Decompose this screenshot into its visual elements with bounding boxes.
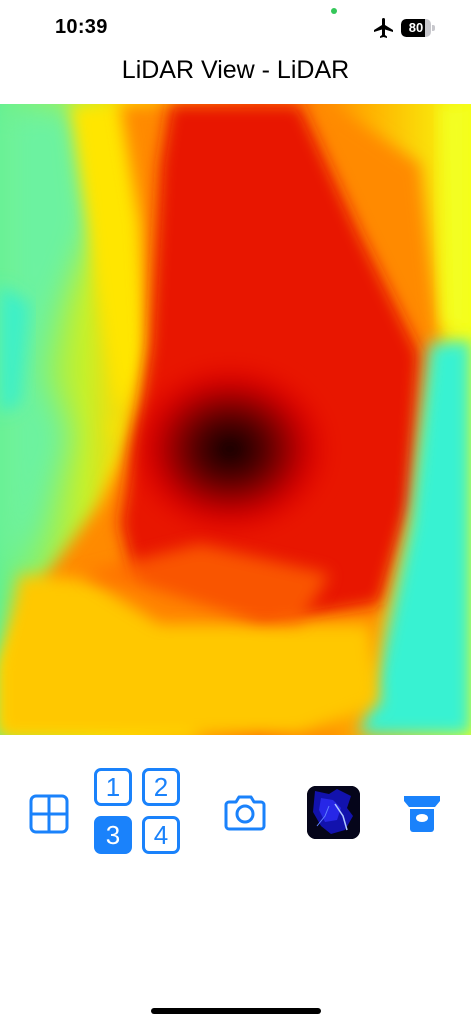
bottom-toolbar: 1 2 3 4 xyxy=(0,760,471,870)
airplane-icon xyxy=(374,18,393,38)
camera-in-use-indicator xyxy=(331,8,337,14)
thumbnail-image xyxy=(307,786,360,839)
lidar-depth-view[interactable] xyxy=(0,104,471,735)
layout-option-2[interactable]: 2 xyxy=(142,768,180,806)
layout-option-3[interactable]: 3 xyxy=(94,816,132,854)
status-time: 10:39 xyxy=(55,16,108,38)
quad-layout-selector: 1 2 3 4 xyxy=(94,768,180,854)
depth-map-image xyxy=(0,104,471,735)
lidar-sensor-icon[interactable] xyxy=(400,791,444,835)
page-title: LiDAR View - LiDAR xyxy=(121,56,350,84)
grid-icon[interactable] xyxy=(28,793,70,835)
camera-icon[interactable] xyxy=(224,793,266,831)
battery-indicator: 80 xyxy=(401,19,435,37)
battery-body: 80 xyxy=(401,19,431,37)
layout-option-4[interactable]: 4 xyxy=(142,816,180,854)
battery-cap xyxy=(432,25,435,31)
status-bar: 10:39 80 xyxy=(0,0,471,56)
last-capture-thumbnail[interactable] xyxy=(307,786,360,839)
battery-percentage: 80 xyxy=(408,20,424,35)
layout-option-1[interactable]: 1 xyxy=(94,768,132,806)
home-indicator xyxy=(151,1008,321,1014)
